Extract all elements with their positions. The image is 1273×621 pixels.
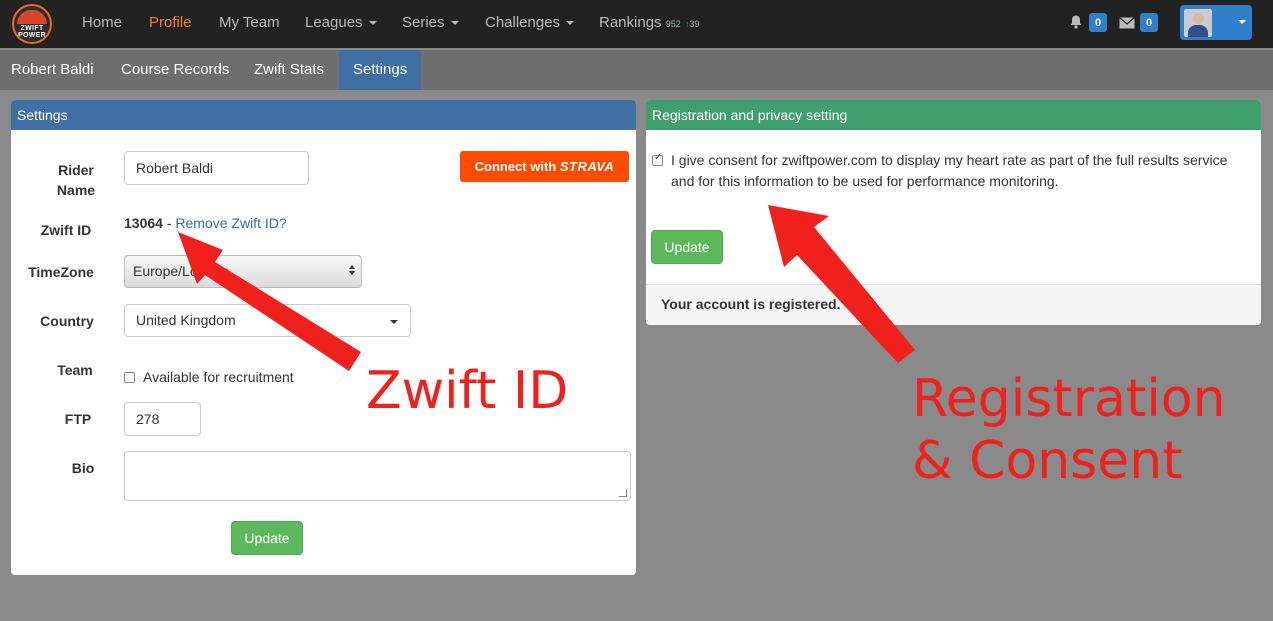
avatar: [1184, 8, 1212, 37]
consent-checkbox[interactable]: [652, 152, 663, 166]
bio-textarea[interactable]: [124, 451, 631, 501]
zwift-id-row: 13064 - Remove Zwift ID?: [124, 215, 287, 231]
notifications-badge[interactable]: 0: [1089, 13, 1107, 32]
bell-icon[interactable]: [1068, 14, 1084, 30]
chevron-down-icon: [368, 21, 377, 26]
nav-my-team[interactable]: My Team: [219, 14, 280, 31]
privacy-panel: Registration and privacy setting I give …: [646, 100, 1261, 325]
rider-name-input[interactable]: [124, 151, 309, 185]
chevron-down-icon: [566, 21, 575, 26]
strava-prefix: Connect with: [474, 159, 557, 174]
settings-update-button[interactable]: Update: [231, 521, 303, 555]
nav-home[interactable]: Home: [82, 14, 122, 31]
settings-panel: Settings Rider Name Connect with STRAVA …: [11, 100, 636, 575]
tab-course-records[interactable]: Course Records: [121, 50, 229, 90]
strava-logo-text: STRAVA: [559, 159, 615, 174]
profile-subnav: Robert Baldi Course Records Zwift Stats …: [0, 50, 1273, 90]
user-menu-button[interactable]: [1180, 5, 1252, 40]
nav-challenges-label: Challenges: [485, 14, 561, 31]
tab-zwift-stats[interactable]: Zwift Stats: [254, 50, 324, 90]
ftp-label: FTP: [64, 411, 92, 427]
recruitment-checkbox[interactable]: [124, 372, 135, 383]
recruitment-label: Available for recruitment: [143, 369, 294, 385]
chevron-down-icon: [1238, 20, 1246, 24]
logo-arc-icon: [17, 9, 47, 24]
privacy-panel-title: Registration and privacy setting: [646, 100, 1261, 130]
tab-settings[interactable]: Settings: [339, 50, 422, 90]
zwiftpower-logo[interactable]: ZWIFT POWER: [12, 4, 52, 44]
country-label: Country: [40, 313, 94, 329]
zwift-id-label: Zwift ID: [40, 222, 92, 238]
ftp-input[interactable]: [124, 402, 201, 436]
timezone-value: Europe/London: [133, 263, 229, 279]
annotation-registration-line1: Registration: [912, 369, 1226, 429]
messages-badge[interactable]: 0: [1140, 13, 1158, 32]
timezone-label: TimeZone: [28, 264, 94, 280]
consent-text: I give consent for zwiftpower.com to dis…: [671, 150, 1256, 192]
rankings-change: 39: [689, 19, 700, 29]
rider-name-label-line2: Name: [56, 182, 96, 198]
nav-series-label: Series: [402, 14, 445, 31]
resize-grip-icon[interactable]: [619, 489, 627, 497]
nav-rankings[interactable]: Rankings 952 ↑39: [599, 14, 699, 31]
nav-rankings-label: Rankings: [599, 14, 662, 31]
country-value: United Kingdom: [136, 312, 236, 328]
nav-home-label: Home: [82, 14, 123, 31]
consent-text-line1: I give consent for zwiftpower.com to dis…: [671, 152, 1228, 168]
envelope-icon[interactable]: [1119, 15, 1135, 31]
rider-name-label-line1: Rider: [58, 162, 94, 178]
logo-text-1: ZWIFT: [20, 24, 44, 32]
registration-status: Your account is registered.: [661, 296, 841, 312]
timezone-select[interactable]: Europe/London: [124, 255, 362, 288]
nav-series[interactable]: Series: [402, 14, 459, 31]
chevron-down-icon: [390, 320, 398, 324]
logo-text-2: POWER: [18, 31, 46, 39]
bio-label: Bio: [71, 460, 95, 476]
nav-leagues-label: Leagues: [305, 14, 363, 31]
team-label: Team: [57, 362, 93, 378]
nav-challenges[interactable]: Challenges: [485, 14, 575, 31]
top-navbar: ZWIFT POWER Home Profile My Team Leagues…: [0, 0, 1273, 48]
updown-icon: [349, 265, 355, 275]
zwift-id-separator: -: [166, 215, 172, 231]
annotation-registration: Registration & Consent: [912, 368, 1226, 492]
rider-name-label: Rider Name: [41, 160, 111, 200]
nav-leagues[interactable]: Leagues: [305, 14, 377, 31]
annotation-registration-line2: & Consent: [912, 431, 1183, 491]
nav-profile-label: Profile: [149, 14, 192, 31]
country-select[interactable]: United Kingdom: [124, 304, 411, 337]
zwift-id-value: 13064: [124, 215, 163, 231]
annotation-zwift-id: Zwift ID: [366, 361, 569, 421]
connect-strava-button[interactable]: Connect with STRAVA: [460, 151, 629, 182]
nav-profile[interactable]: Profile: [149, 14, 192, 31]
privacy-update-button[interactable]: Update: [651, 230, 723, 264]
tab-rider-name[interactable]: Robert Baldi: [11, 50, 94, 90]
registration-status-bar: Your account is registered.: [646, 284, 1261, 325]
nav-my-team-label: My Team: [219, 14, 280, 31]
rankings-position: 952: [665, 19, 681, 29]
consent-text-line2: and for this information to be used for …: [671, 173, 1059, 189]
remove-zwift-id-link[interactable]: Remove Zwift ID?: [175, 215, 286, 231]
settings-panel-title: Settings: [11, 100, 636, 130]
chevron-down-icon: [450, 21, 459, 26]
